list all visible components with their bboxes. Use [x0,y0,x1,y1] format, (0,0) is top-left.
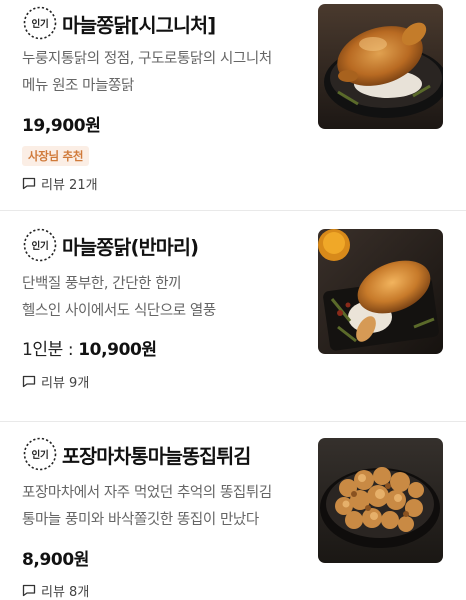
review-count-label: 리뷰 21개 [41,178,98,193]
review-count[interactable]: 리뷰 8개 [22,581,89,600]
menu-title: 마늘쫑닭[시그니처] [62,13,216,37]
menu-description-line2: 통마늘 풍미와 바삭쫄깃한 똥집이 만났다 [22,512,259,528]
menu-item-gizzard[interactable]: 인기 포장마차통마늘똥집튀김 포장마차에서 자주 먹었던 추억의 똥집튀김 통마… [0,422,466,600]
owner-recommend-tag: 사장님 추천 [22,146,90,166]
menu-description-line2: 헬스인 사이에서도 식단으로 열풍 [22,303,216,319]
menu-item-signature[interactable]: 인기 마늘쫑닭[시그니처] 누룽지통닭의 정점, 구도로통닭의 시그니처 메뉴 … [0,0,466,210]
review-count-label: 리뷰 8개 [41,585,90,600]
menu-price: 8,900원 [22,550,90,570]
popular-badge-label: 인기 [31,19,49,30]
popular-badge-label: 인기 [31,241,49,252]
portion-label: 1인분 : [22,340,79,360]
menu-photo[interactable] [318,4,443,129]
comment-icon [22,177,36,190]
menu-description: 포장마차에서 자주 먹었던 추억의 똥집튀김 통마늘 풍미와 바삭쫄깃한 똥집이… [22,480,302,534]
comment-icon [22,584,36,597]
menu-title-row: 인기 마늘쫑닭[시그니처] [22,5,216,41]
comment-icon [22,375,36,388]
price-value: 10,900원 [78,340,157,360]
popular-badge-icon: 인기 [22,227,58,263]
popular-badge-label: 인기 [31,450,49,461]
menu-price: 1인분 : 10,900원 [22,335,157,360]
menu-item-half[interactable]: 인기 마늘쫑닭(반마리) 단백질 풍부한, 간단한 한끼 헬스인 사이에서도 식… [0,211,466,421]
review-count[interactable]: 리뷰 9개 [22,372,89,391]
review-count[interactable]: 리뷰 21개 [22,174,98,193]
popular-badge-icon: 인기 [22,5,58,41]
menu-description-line1: 누룽지통닭의 정점, 구도로통닭의 시그니처 [22,51,272,67]
menu-title-row: 인기 마늘쫑닭(반마리) [22,227,199,263]
menu-list: 인기 마늘쫑닭[시그니처] 누룽지통닭의 정점, 구도로통닭의 시그니처 메뉴 … [0,0,466,600]
menu-price: 19,900원 [22,116,101,136]
menu-title-row: 인기 포장마차통마늘똥집튀김 [22,436,251,472]
menu-title: 포장마차통마늘똥집튀김 [62,444,251,468]
menu-description-line2: 메뉴 원조 마늘쫑닭 [22,78,134,94]
review-count-label: 리뷰 9개 [41,376,90,391]
popular-badge-icon: 인기 [22,436,58,472]
menu-description: 단백질 풍부한, 간단한 한끼 헬스인 사이에서도 식단으로 열풍 [22,271,302,325]
menu-description-line1: 단백질 풍부한, 간단한 한끼 [22,276,182,292]
menu-title: 마늘쫑닭(반마리) [62,235,199,259]
menu-photo[interactable] [318,438,443,563]
menu-photo[interactable] [318,229,443,354]
menu-description: 누룽지통닭의 정점, 구도로통닭의 시그니처 메뉴 원조 마늘쫑닭 [22,46,302,100]
menu-description-line1: 포장마차에서 자주 먹었던 추억의 똥집튀김 [22,485,272,501]
